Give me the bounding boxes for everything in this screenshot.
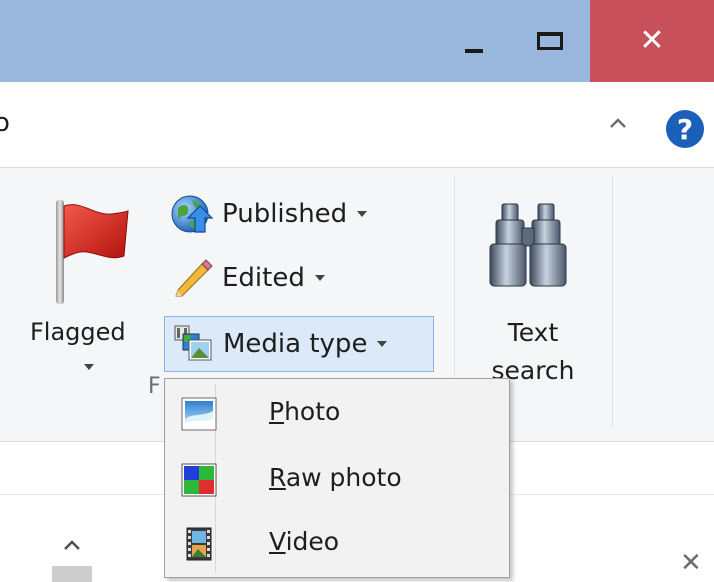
film-strip-icon	[186, 527, 212, 561]
accelerator-key: V	[269, 527, 286, 556]
media-type-button[interactable]: Media type	[164, 316, 434, 372]
media-type-label: Media type	[223, 329, 368, 359]
maximize-button[interactable]	[518, 0, 582, 82]
red-flag-icon	[56, 200, 129, 304]
accelerator-key: R	[269, 463, 286, 492]
ribbon-tab-label[interactable]: o	[0, 108, 10, 138]
media-type-icon	[174, 325, 212, 361]
text-search-button[interactable]: Text search	[470, 186, 596, 386]
ribbon-tab-bar: o ?	[0, 82, 714, 168]
menu-item-label-rest: ideo	[285, 527, 340, 556]
menu-item-label: Video	[269, 527, 339, 556]
binoculars-icon	[489, 203, 567, 287]
accelerator-key: P	[269, 397, 285, 426]
flagged-label: Flagged	[30, 318, 126, 346]
pencil-icon	[175, 259, 213, 297]
menu-item-video[interactable]: Video	[167, 513, 507, 575]
scrollbar-thumb[interactable]	[52, 566, 92, 582]
published-label: Published	[222, 199, 348, 229]
menu-item-raw-photo[interactable]: Raw photo	[167, 449, 507, 511]
globe-arrow-icon	[171, 195, 214, 233]
pane-close-icon[interactable]: ✕	[680, 548, 702, 578]
published-button[interactable]: Published	[164, 186, 414, 242]
flagged-dropdown-arrow-icon	[84, 364, 94, 370]
menu-item-label-rest: aw photo	[285, 463, 402, 492]
published-dropdown-arrow-icon	[357, 211, 368, 217]
ribbon-group-separator	[612, 176, 613, 428]
menu-item-photo[interactable]: Photo	[167, 383, 507, 445]
maximize-icon	[537, 32, 563, 50]
text-search-label-line1: Text	[507, 318, 559, 347]
help-icon[interactable]: ?	[666, 110, 704, 148]
collapse-ribbon-icon[interactable]	[608, 116, 628, 130]
edited-button[interactable]: Edited	[164, 250, 364, 306]
chevron-up-icon	[64, 540, 80, 550]
flagged-button[interactable]: Flagged	[22, 186, 162, 376]
menu-item-label: Photo	[269, 397, 340, 426]
close-button[interactable]: ✕	[590, 0, 714, 82]
menu-item-label: Raw photo	[269, 463, 402, 492]
minimize-icon	[465, 49, 483, 53]
help-glyph: ?	[676, 112, 694, 146]
minimize-button[interactable]	[452, 0, 496, 82]
title-bar[interactable]: ✕	[0, 0, 714, 82]
edited-dropdown-arrow-icon	[314, 275, 325, 281]
explorer-window: ✕ o ? Flagged F Text search Published Ed…	[0, 0, 714, 582]
edited-label: Edited	[222, 263, 305, 293]
media-type-dropdown-arrow-icon	[377, 341, 388, 347]
menu-item-label-rest: hoto	[284, 397, 341, 426]
media-type-menu: Photo Raw photo Video	[164, 378, 510, 578]
close-icon: ✕	[639, 23, 665, 58]
ribbon-group-label: F	[148, 374, 161, 399]
photo-icon	[181, 397, 217, 431]
raw-photo-icon	[181, 463, 217, 497]
